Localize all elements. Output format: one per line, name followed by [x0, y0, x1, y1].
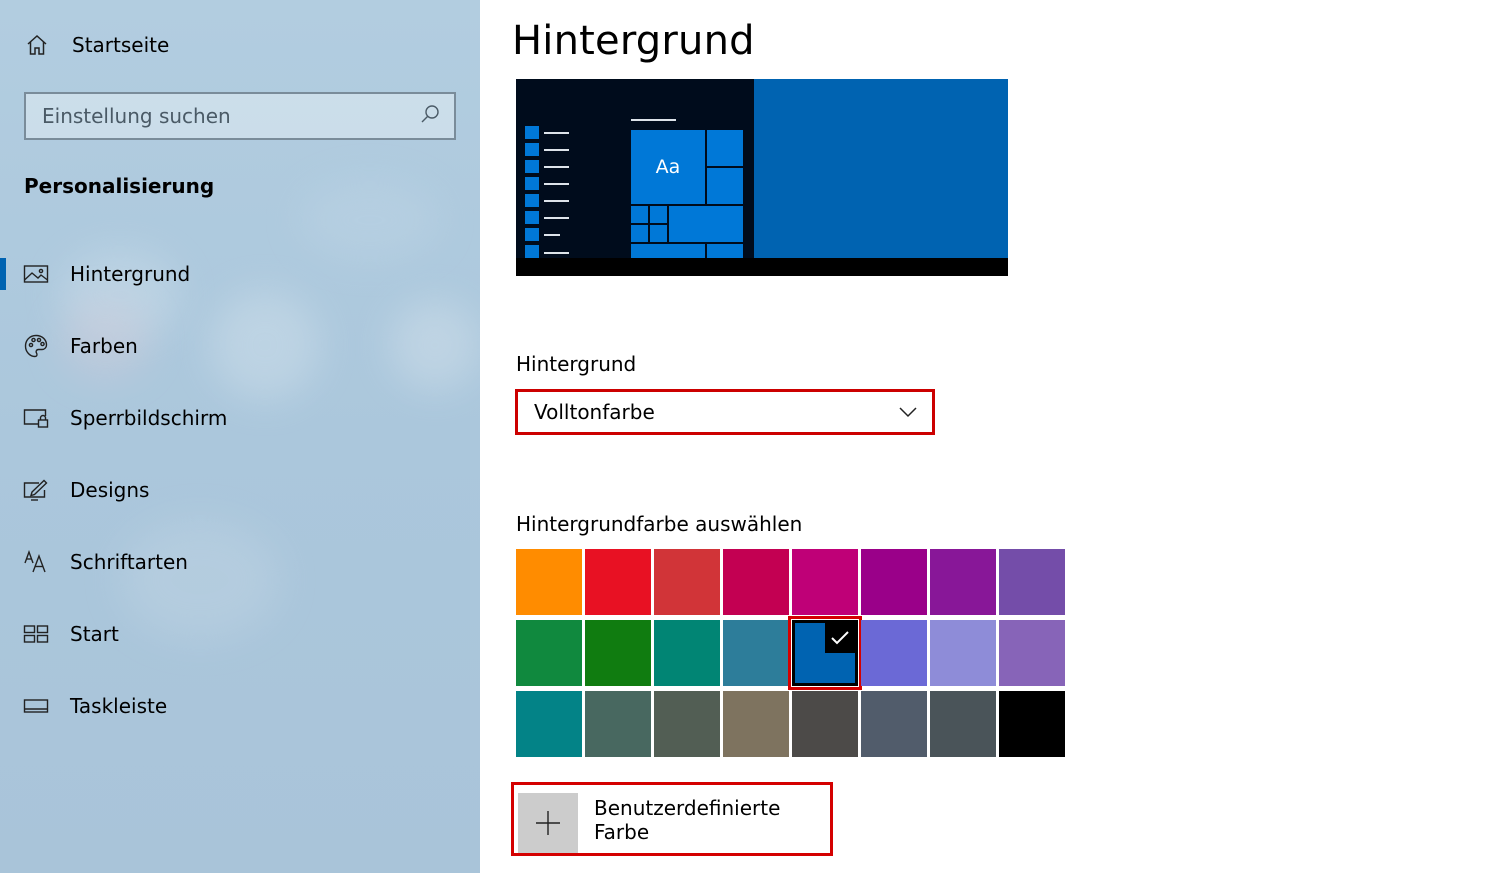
page-title: Hintergrund — [512, 18, 755, 64]
home-label: Startseite — [72, 33, 170, 57]
color-swatch[interactable] — [861, 620, 927, 686]
color-swatch[interactable] — [930, 620, 996, 686]
preview-tile — [707, 130, 743, 166]
start-icon — [23, 621, 49, 647]
preview-list-line — [544, 217, 569, 219]
preview-list-line — [544, 132, 569, 134]
sidebar-item-label: Taskleiste — [70, 694, 168, 718]
chevron-down-icon — [898, 403, 918, 422]
background-type-label: Hintergrund — [516, 352, 637, 376]
preview-list-icon — [525, 211, 539, 224]
preview-list-icon — [525, 228, 539, 241]
color-swatch[interactable] — [723, 620, 789, 686]
preview-list-line — [544, 234, 560, 236]
fonts-icon — [23, 549, 49, 575]
color-swatch[interactable] — [516, 549, 582, 615]
main-content: Hintergrund Aa Hintergrund Volltonfarbe … — [480, 0, 1502, 873]
sidebar: Startseite Personalisierung Hintergrund … — [0, 0, 480, 873]
color-swatch[interactable] — [654, 549, 720, 615]
custom-color-button[interactable]: Benutzerdefinierte Farbe — [511, 782, 833, 856]
preview-tile — [650, 225, 667, 242]
preview-tile — [650, 206, 667, 223]
preview-list-icon — [525, 143, 539, 156]
sidebar-item-schriftarten[interactable]: Schriftarten — [0, 540, 480, 584]
sidebar-item-label: Farben — [70, 334, 138, 358]
color-swatch[interactable] — [516, 620, 582, 686]
color-swatch[interactable] — [792, 620, 858, 686]
sidebar-item-start[interactable]: Start — [0, 612, 480, 656]
sidebar-item-designs[interactable]: Designs — [0, 468, 480, 512]
sidebar-item-label: Designs — [70, 478, 150, 502]
sidebar-item-label: Sperrbildschirm — [70, 406, 228, 430]
sidebar-item-sperrbildschirm[interactable]: Sperrbildschirm — [0, 396, 480, 440]
preview-tile — [707, 168, 743, 204]
active-indicator — [0, 258, 6, 290]
preview-list-line — [544, 252, 569, 254]
preview-tile — [707, 244, 743, 258]
preview-list-icon — [525, 194, 539, 207]
sidebar-item-farben[interactable]: Farben — [0, 324, 480, 368]
color-swatch[interactable] — [792, 549, 858, 615]
preview-taskbar — [516, 258, 1008, 276]
preview-list-line — [544, 166, 569, 168]
dropdown-value: Volltonfarbe — [534, 400, 655, 424]
sidebar-item-label: Schriftarten — [70, 550, 188, 574]
preview-tile — [631, 225, 648, 242]
search-input[interactable] — [42, 104, 420, 128]
lock-screen-icon — [23, 405, 49, 431]
color-swatch[interactable] — [516, 691, 582, 757]
color-swatch[interactable] — [930, 691, 996, 757]
color-swatch[interactable] — [654, 691, 720, 757]
checkmark-icon — [825, 623, 855, 653]
background-type-dropdown[interactable]: Volltonfarbe — [515, 389, 935, 435]
color-swatch[interactable] — [585, 549, 651, 615]
color-swatch[interactable] — [654, 620, 720, 686]
color-swatch[interactable] — [930, 549, 996, 615]
section-title: Personalisierung — [24, 174, 215, 198]
color-swatch[interactable] — [999, 620, 1065, 686]
sidebar-item-hintergrund[interactable]: Hintergrund — [0, 252, 480, 296]
home-icon — [24, 32, 50, 58]
preview-group-header — [631, 119, 676, 121]
picture-icon — [23, 261, 49, 287]
preview-tile — [631, 206, 648, 223]
sidebar-item-taskleiste[interactable]: Taskleiste — [0, 684, 480, 728]
preview-tile — [669, 206, 743, 242]
preview-list-icon — [525, 245, 539, 258]
color-swatch[interactable] — [861, 549, 927, 615]
sidebar-item-label: Hintergrund — [70, 262, 191, 286]
themes-icon — [23, 477, 49, 503]
preview-list-icon — [525, 126, 539, 139]
preview-list-line — [544, 149, 569, 151]
color-picker-label: Hintergrundfarbe auswählen — [516, 512, 803, 536]
search-icon[interactable] — [420, 104, 440, 128]
color-swatch[interactable] — [999, 691, 1065, 757]
home-link[interactable]: Startseite — [24, 30, 169, 60]
color-swatch[interactable] — [585, 620, 651, 686]
taskbar-icon — [23, 693, 49, 719]
plus-icon — [518, 793, 578, 853]
preview-list-line — [544, 200, 569, 202]
color-swatch[interactable] — [723, 549, 789, 615]
color-swatch[interactable] — [723, 691, 789, 757]
sidebar-item-label: Start — [70, 622, 119, 646]
color-swatch[interactable] — [999, 549, 1065, 615]
color-swatch[interactable] — [861, 691, 927, 757]
preview-tile-aa: Aa — [631, 130, 705, 204]
preview-desktop — [754, 79, 1008, 258]
preview-list-icon — [525, 177, 539, 190]
palette-icon — [23, 333, 49, 359]
custom-color-label: Benutzerdefinierte Farbe — [594, 796, 781, 844]
search-box[interactable] — [24, 92, 456, 140]
color-swatch[interactable] — [792, 691, 858, 757]
color-swatch[interactable] — [585, 691, 651, 757]
preview-list-icon — [525, 160, 539, 173]
background-preview: Aa — [516, 79, 1008, 276]
preview-tile — [631, 244, 705, 258]
preview-list-line — [544, 183, 569, 185]
